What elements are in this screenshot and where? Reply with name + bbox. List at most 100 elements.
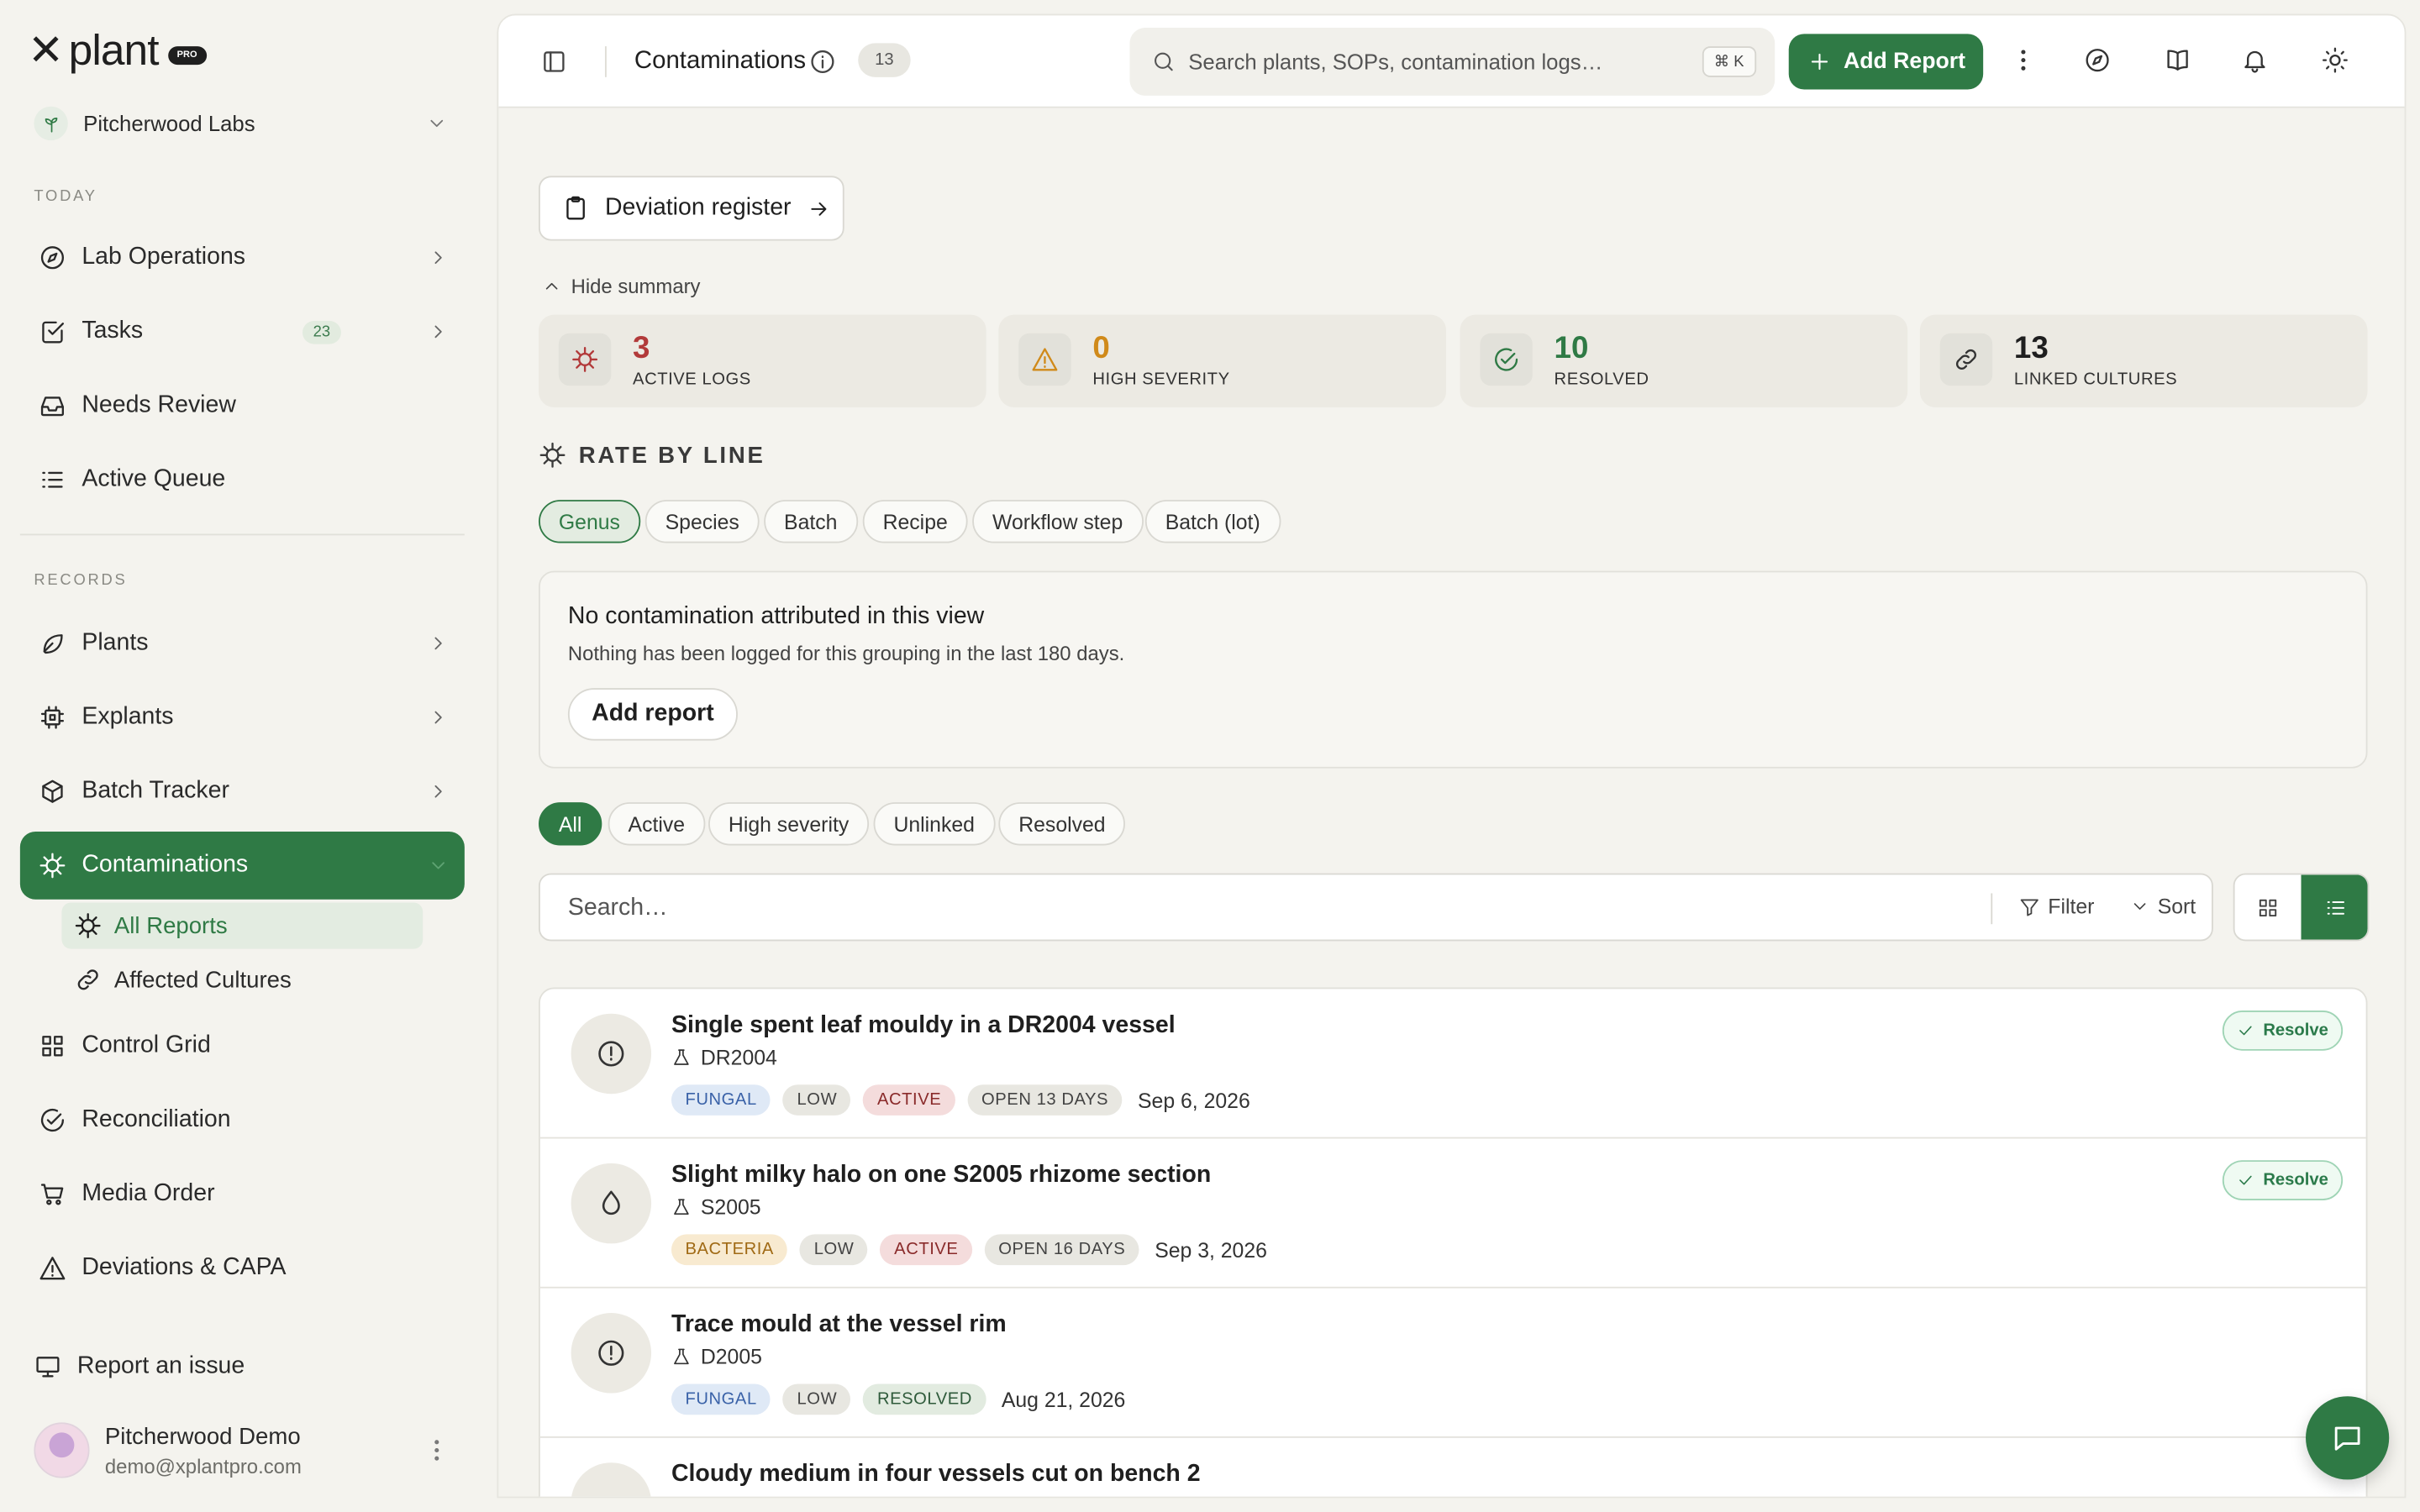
list-view-button[interactable] xyxy=(2301,874,2368,940)
subnav-affected-cultures[interactable]: Affected Cultures xyxy=(61,957,423,1003)
status-tag: RESOLVED xyxy=(863,1383,986,1415)
grid-view-button[interactable] xyxy=(2235,874,2302,939)
view-toggle xyxy=(2233,873,2370,942)
chevron-right-icon xyxy=(434,711,442,724)
compass-icon xyxy=(40,246,65,270)
nav-active-queue[interactable]: Active Queue xyxy=(20,446,465,514)
filter-label: Filter xyxy=(2048,895,2095,918)
sort-button[interactable]: Sort xyxy=(2130,895,2196,918)
report-issue-link[interactable]: Report an issue xyxy=(15,1333,460,1401)
nav-reconciliation[interactable]: Reconciliation xyxy=(20,1086,465,1154)
type-tag: FUNGAL xyxy=(671,1383,771,1415)
book-icon[interactable] xyxy=(2164,46,2191,74)
main-panel: Contaminations 13 Search plants, SOPs, c… xyxy=(497,13,2407,1499)
nav-explants[interactable]: Explants xyxy=(20,684,465,752)
grid-icon xyxy=(2259,898,2277,916)
nav-label: Plants xyxy=(82,629,149,656)
reports-list: Single spent leaf mouldy in a DR2004 ves… xyxy=(539,987,2368,1499)
rate-by-line-heading: RATE BY LINE xyxy=(539,441,765,469)
filter-button[interactable]: Filter xyxy=(2018,895,2094,918)
nav-tasks[interactable]: Tasks 23 xyxy=(20,297,465,365)
stat-resolved[interactable]: 10 RESOLVED xyxy=(1460,314,1908,407)
filter-chip-unlinked[interactable]: Unlinked xyxy=(873,802,995,846)
chevron-down-icon xyxy=(2133,903,2146,910)
chevron-glyph xyxy=(596,1488,627,1499)
brand-logo[interactable]: ✕ plant PRO xyxy=(28,24,207,76)
nav-control-grid[interactable]: Control Grid xyxy=(20,1012,465,1080)
list-item[interactable]: Trace mould at the vessel rim D2005 FUNG… xyxy=(539,1289,2366,1438)
nav-label: Contaminations xyxy=(82,851,249,879)
nav-needs-review[interactable]: Needs Review xyxy=(20,372,465,440)
stat-active-logs[interactable]: 3 ACTIVE LOGS xyxy=(539,314,986,407)
filter-icon xyxy=(2020,898,2039,916)
chevron-up-icon xyxy=(545,282,558,290)
sun-icon[interactable] xyxy=(2321,46,2349,74)
virus-icon xyxy=(558,333,612,386)
nav-deviations-capa[interactable]: Deviations & CAPA xyxy=(20,1234,465,1302)
user-name: Pitcherwood Demo xyxy=(104,1423,301,1450)
empty-add-report-button[interactable]: Add report xyxy=(567,688,738,741)
group-chip-workflow-step[interactable]: Workflow step xyxy=(972,500,1144,543)
user-profile[interactable]: Pitcherwood Demo demo@xplantpro.com xyxy=(34,1416,450,1484)
list-item[interactable]: Slight milky halo on one S2005 rhizome s… xyxy=(539,1138,2366,1289)
logo-mark-icon: ✕ xyxy=(28,26,64,75)
hide-summary-toggle[interactable]: Hide summary xyxy=(542,275,700,297)
nav-lab-operations[interactable]: Lab Operations xyxy=(20,223,465,291)
stat-high-severity[interactable]: 0 HIGH SEVERITY xyxy=(998,314,1446,407)
list-item[interactable]: Cloudy medium in four vessels cut on ben… xyxy=(540,1438,2366,1499)
clipboard-icon xyxy=(566,196,585,220)
deviation-register-button[interactable]: Deviation register xyxy=(539,176,844,241)
tasks-count-badge: 23 xyxy=(302,320,341,344)
group-chip-batch-lot[interactable]: Batch (lot) xyxy=(1144,500,1281,543)
nav-media-order[interactable]: Media Order xyxy=(20,1160,465,1228)
group-chip-recipe[interactable]: Recipe xyxy=(862,500,968,543)
leaf-icon xyxy=(43,634,63,654)
nav-batch-tracker[interactable]: Batch Tracker xyxy=(20,758,465,826)
group-chip-species[interactable]: Species xyxy=(644,500,760,543)
nav-plants[interactable]: Plants xyxy=(20,609,465,677)
chevron-down-icon xyxy=(430,119,444,128)
filter-chip-all[interactable]: All xyxy=(539,802,602,846)
droplet-icon xyxy=(571,1163,652,1244)
chevron-up-icon xyxy=(571,1462,652,1499)
reports-search-input[interactable]: Search… Filter Sort xyxy=(539,873,2213,942)
sidebar-toggle-icon[interactable] xyxy=(540,48,568,76)
resolve-button[interactable]: Resolve xyxy=(2222,1011,2344,1051)
nav-label: Tasks xyxy=(82,318,144,344)
group-chip-batch[interactable]: Batch xyxy=(764,500,858,543)
subnav-all-reports[interactable]: All Reports xyxy=(61,902,424,949)
check-icon xyxy=(2239,1026,2253,1036)
culture-code: DR2004 xyxy=(700,1046,777,1069)
group-chip-genus[interactable]: Genus xyxy=(539,500,640,543)
chat-button[interactable] xyxy=(2306,1396,2390,1480)
compass-icon[interactable] xyxy=(2084,46,2112,74)
sidebar-divider xyxy=(19,533,465,536)
chevron-right-icon xyxy=(434,325,442,339)
global-search-input[interactable]: Search plants, SOPs, contamination logs…… xyxy=(1129,28,1776,96)
add-report-button[interactable]: Add Report xyxy=(1788,34,1984,90)
subnav-label: Affected Cultures xyxy=(113,966,292,993)
more-vertical-icon[interactable] xyxy=(423,1436,450,1464)
stat-value: 3 xyxy=(633,331,650,366)
inbox-icon xyxy=(40,396,65,417)
nav-contaminations[interactable]: Contaminations xyxy=(19,831,465,900)
more-vertical-icon[interactable] xyxy=(2009,46,2037,74)
info-icon[interactable] xyxy=(808,48,836,76)
flask-icon xyxy=(674,1049,689,1065)
org-switcher[interactable]: Pitcherwood Labs xyxy=(34,105,447,142)
chip-icon xyxy=(40,706,65,729)
empty-state-card: No contamination attributed in this view… xyxy=(539,570,2368,769)
topbar-divider xyxy=(604,46,607,77)
filter-chip-resolved[interactable]: Resolved xyxy=(998,802,1126,846)
list-item[interactable]: Single spent leaf mouldy in a DR2004 ves… xyxy=(539,989,2366,1139)
filter-chip-active[interactable]: Active xyxy=(608,802,705,846)
resolve-button[interactable]: Resolve xyxy=(2222,1160,2344,1200)
nav-label: Deviations & CAPA xyxy=(82,1254,287,1281)
bell-icon[interactable] xyxy=(2241,46,2269,74)
stat-linked-cultures[interactable]: 13 LINKED CULTURES xyxy=(1919,314,2368,407)
link-icon xyxy=(77,969,98,990)
filter-chip-high-severity[interactable]: High severity xyxy=(708,802,870,846)
search-placeholder: Search plants, SOPs, contamination logs… xyxy=(1188,49,1603,75)
org-name: Pitcherwood Labs xyxy=(83,111,255,136)
empty-state-title: No contamination attributed in this view xyxy=(567,603,985,630)
